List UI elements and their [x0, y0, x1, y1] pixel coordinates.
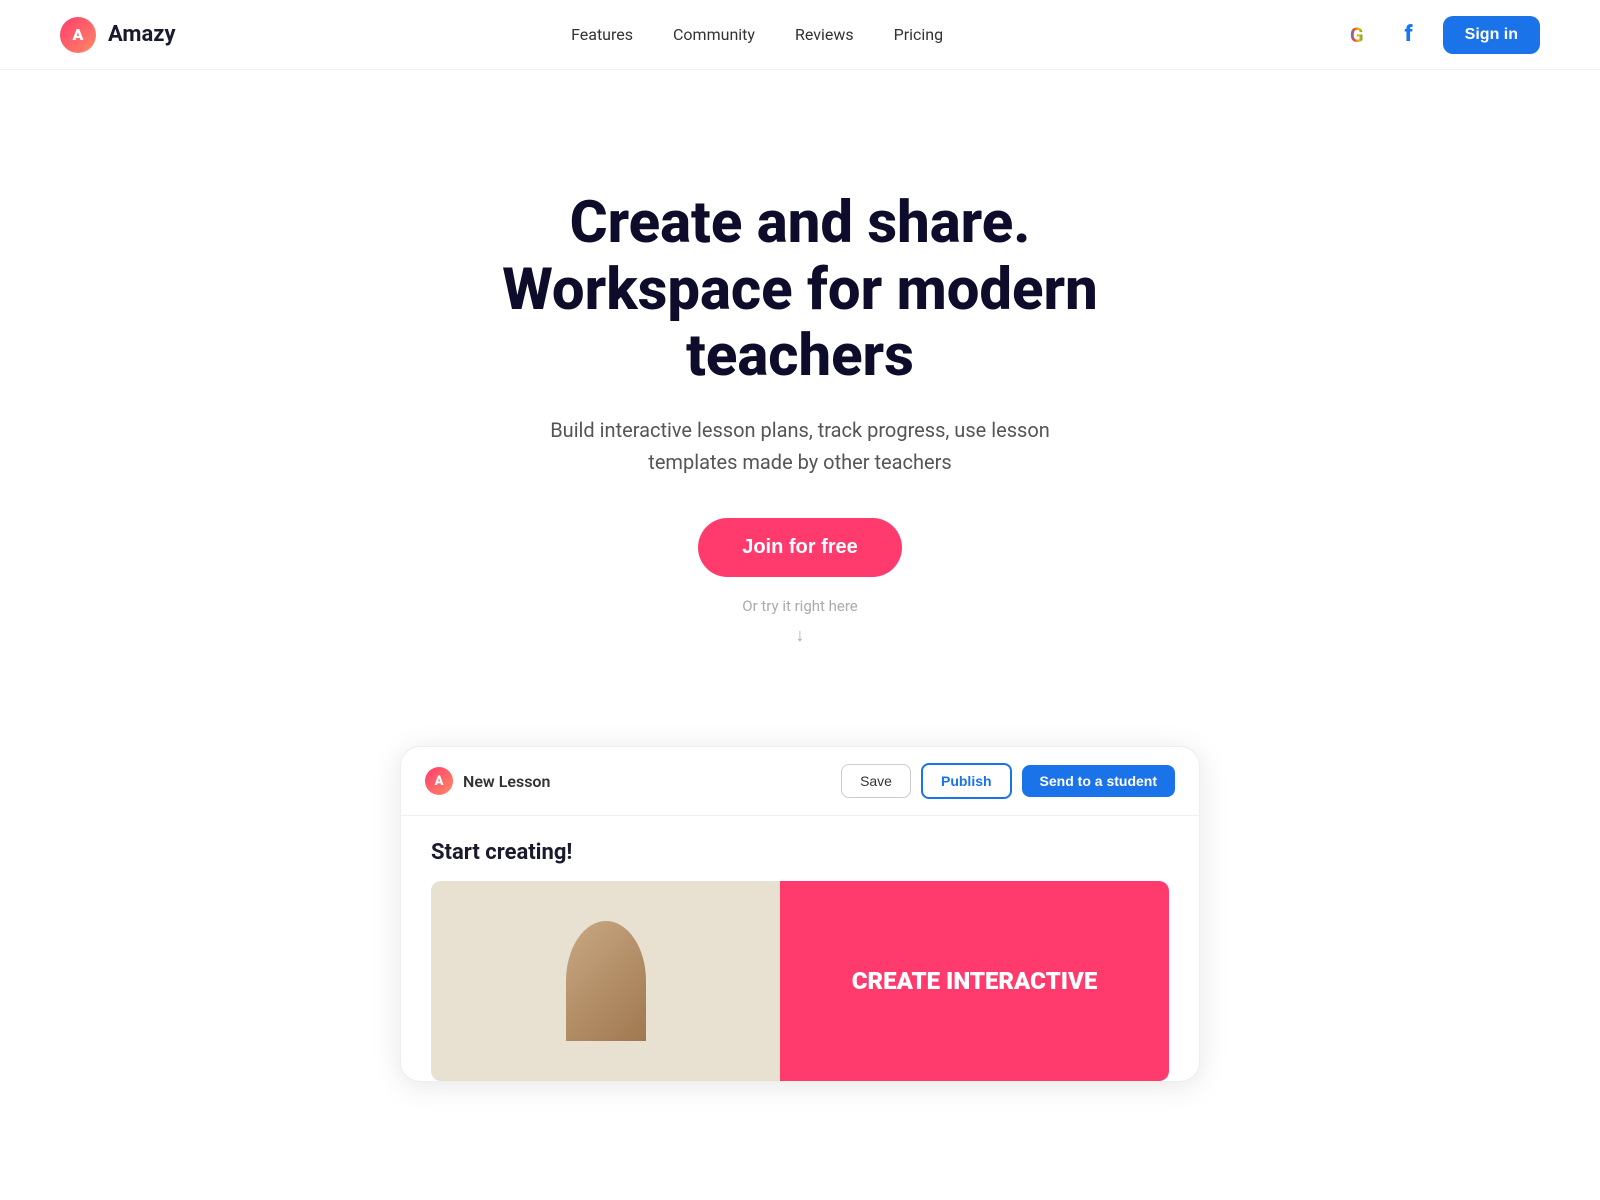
nav-link-community[interactable]: Community: [673, 25, 755, 44]
sign-in-button[interactable]: Sign in: [1443, 16, 1540, 54]
logo-icon: A: [60, 17, 96, 53]
hero-subtitle: Build interactive lesson plans, track pr…: [520, 414, 1080, 478]
demo-logo-icon: A: [425, 767, 453, 795]
demo-card-logo-group: A New Lesson: [425, 767, 550, 795]
join-for-free-button[interactable]: Join for free: [698, 518, 902, 577]
demo-image-text: CREATE INTERACTIVE: [852, 967, 1098, 996]
save-button[interactable]: Save: [841, 764, 911, 798]
google-icon[interactable]: G: [1339, 17, 1375, 53]
demo-card-header: A New Lesson Save Publish Send to a stud…: [401, 747, 1199, 816]
demo-card-body: Start creating! CREATE INTERACTIVE: [401, 816, 1199, 1081]
nav-link-reviews[interactable]: Reviews: [795, 25, 854, 44]
demo-section: A New Lesson Save Publish Send to a stud…: [0, 706, 1600, 1082]
hero-title-line2: Workspace for modern teachers: [502, 256, 1098, 391]
hero-title: Create and share. Workspace for modern t…: [400, 190, 1200, 390]
navbar-logo-group: A Amazy: [60, 17, 176, 53]
nav-link-pricing[interactable]: Pricing: [894, 25, 944, 44]
navbar-links: Features Community Reviews Pricing: [571, 25, 943, 44]
demo-card-actions: Save Publish Send to a student: [841, 763, 1175, 799]
hero-title-line1: Create and share.: [570, 189, 1031, 257]
demo-image-left: [431, 881, 780, 1081]
logo-text: Amazy: [108, 22, 176, 47]
publish-button[interactable]: Publish: [921, 763, 1012, 799]
demo-image-figure: [566, 921, 646, 1041]
hero-section: Create and share. Workspace for modern t…: [0, 70, 1600, 706]
navbar-actions: G f Sign in: [1339, 16, 1540, 54]
try-here-text: Or try it right here: [742, 597, 858, 615]
nav-link-features[interactable]: Features: [571, 25, 633, 44]
demo-image-right: CREATE INTERACTIVE: [780, 881, 1169, 1081]
demo-card: A New Lesson Save Publish Send to a stud…: [400, 746, 1200, 1082]
send-to-student-button[interactable]: Send to a student: [1022, 765, 1175, 797]
facebook-icon[interactable]: f: [1391, 17, 1427, 53]
demo-card-body-title: Start creating!: [431, 840, 1169, 865]
demo-card-image: CREATE INTERACTIVE: [431, 881, 1169, 1081]
arrow-down-icon: ↓: [796, 625, 805, 646]
navbar: A Amazy Features Community Reviews Prici…: [0, 0, 1600, 70]
demo-card-title: New Lesson: [463, 772, 550, 791]
